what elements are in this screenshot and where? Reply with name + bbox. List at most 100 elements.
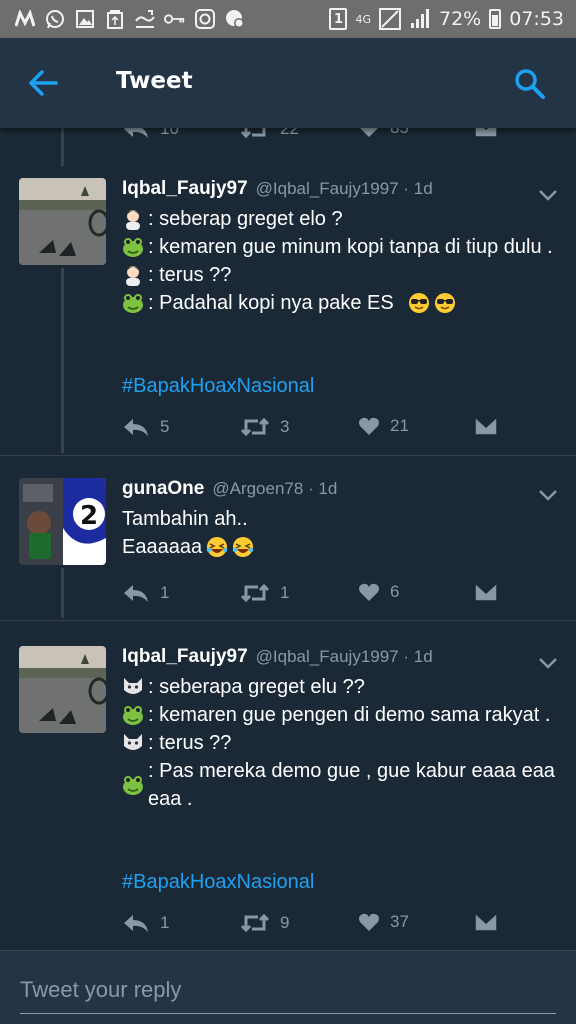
tweet-header: Iqbal_Faujy97 @Iqbal_Faujy1997 · 1d	[122, 646, 433, 668]
tweet-text: : seberap greget elo ? : kemaren gue min…	[122, 205, 562, 317]
reply-count: 10	[160, 128, 179, 138]
like-count: 37	[390, 912, 409, 931]
tweet-item[interactable]: 2 gunaOne @Argoen78 · 1d Tambahin ah.. E…	[0, 478, 576, 618]
tweet-line: : terus ??	[122, 729, 562, 757]
frog-emoji-icon	[122, 292, 144, 314]
retweet-button[interactable]: 1	[240, 582, 289, 604]
display-name[interactable]: gunaOne	[122, 478, 204, 500]
reply-input[interactable]	[20, 973, 556, 1007]
like-button[interactable]: 21	[358, 416, 409, 436]
clock: 07:53	[509, 8, 564, 30]
reply-bar	[0, 950, 576, 1024]
tweet-line: : Pas mereka demo gue , gue kabur eaaa e…	[122, 757, 562, 813]
sunglasses-emoji-icon	[408, 292, 430, 314]
hashtag-link[interactable]: #BapakHoaxNasional	[122, 871, 314, 893]
tweet-line: : kemaren gue minum kopi tanpa di tiup d…	[122, 233, 562, 261]
reply-count: 1	[160, 913, 170, 932]
like-button[interactable]: 85	[358, 128, 409, 138]
chevron-down-icon[interactable]	[538, 486, 558, 501]
retweet-button[interactable]: 9	[240, 912, 289, 934]
like-button[interactable]: 37	[358, 912, 409, 932]
retweet-button[interactable]: 22	[240, 128, 299, 140]
tweet-header: gunaOne @Argoen78 · 1d	[122, 478, 337, 500]
tweet-line-text: Tambahin ah..	[122, 508, 248, 530]
battery-percent: 72%	[439, 8, 482, 30]
recycle-icon	[104, 8, 126, 30]
reply-input-underline	[20, 1013, 556, 1014]
tweet-line-text: : terus ??	[148, 264, 232, 286]
display-name[interactable]: Iqbal_Faujy97	[122, 646, 248, 668]
chevron-down-icon[interactable]	[538, 654, 558, 669]
sunglasses-emoji-icon	[434, 292, 456, 314]
user-handle-time: @Iqbal_Faujy1997 · 1d	[255, 647, 433, 666]
user-handle-time: @Argoen78 · 1d	[212, 479, 338, 498]
tweet-line: : terus ??	[122, 261, 562, 289]
retweet-button[interactable]: 3	[240, 416, 289, 438]
dm-share-button[interactable]	[474, 582, 498, 602]
retweet-count: 9	[280, 913, 290, 932]
tweet-item[interactable]: Iqbal_Faujy97 @Iqbal_Faujy1997 · 1d : se…	[0, 646, 576, 946]
tweet-line: Tambahin ah..	[122, 505, 562, 533]
status-notification-icons	[14, 8, 246, 30]
wifi-off-icon	[379, 8, 401, 30]
reply-button[interactable]: 1	[122, 912, 169, 934]
person-emoji-icon	[122, 208, 144, 230]
tweet-actions: 1 9 37	[122, 912, 522, 940]
cat-emoji-icon	[122, 732, 144, 754]
tweet-line-text: : Pas mereka demo gue , gue kabur eaaa e…	[148, 760, 555, 810]
dm-share-button[interactable]	[474, 912, 498, 932]
retweet-count: 1	[280, 583, 290, 602]
hashtag-row: #BapakHoaxNasional	[122, 372, 562, 400]
sim-number: 1	[333, 11, 343, 27]
tweet-actions: 5 3 21	[122, 416, 522, 444]
signal-icon	[409, 8, 431, 30]
tweet-text: Tambahin ah.. Eaaaaaa	[122, 505, 562, 561]
like-count: 85	[390, 128, 409, 138]
tweet-line-text: : Padahal kopi nya pake ES	[148, 292, 394, 314]
tweet-line-text: : kemaren gue minum kopi tanpa di tiup d…	[148, 236, 553, 258]
record-icon	[194, 8, 216, 30]
laughing-emoji-icon	[232, 536, 254, 558]
chat-icon	[224, 8, 246, 30]
back-arrow-icon[interactable]	[26, 68, 62, 98]
transfer-icon	[134, 8, 156, 30]
reply-count: 5	[160, 417, 170, 436]
retweet-count: 3	[280, 417, 290, 436]
avatar[interactable]	[19, 646, 106, 733]
like-button[interactable]: 6	[358, 582, 399, 602]
tweet-line-text: : seberapa greget elu ??	[148, 676, 365, 698]
status-system-icons: 1 4G 72% 07:53	[329, 8, 564, 30]
battery-icon	[489, 9, 502, 29]
like-count: 21	[390, 416, 409, 435]
reply-button[interactable]: 1	[122, 582, 169, 604]
tweet-line: : seberap greget elo ?	[122, 205, 562, 233]
chevron-down-icon[interactable]	[538, 186, 558, 201]
display-name[interactable]: Iqbal_Faujy97	[122, 178, 248, 200]
tweet-item[interactable]: Iqbal_Faujy97 @Iqbal_Faujy1997 · 1d : se…	[0, 178, 576, 452]
notification-m-icon	[14, 8, 36, 30]
laughing-emoji-icon	[206, 536, 228, 558]
app-bar: Tweet	[0, 38, 576, 128]
frog-emoji-icon	[122, 704, 144, 726]
tweet-line: : Padahal kopi nya pake ES	[122, 289, 562, 317]
tweet-line: : seberapa greget elu ??	[122, 673, 562, 701]
tweet-header: Iqbal_Faujy97 @Iqbal_Faujy1997 · 1d	[122, 178, 433, 200]
hashtag-link[interactable]: #BapakHoaxNasional	[122, 375, 314, 397]
thread-line	[61, 128, 64, 166]
gallery-icon	[74, 8, 96, 30]
search-icon[interactable]	[512, 66, 548, 102]
tweet-line-text: : seberap greget elo ?	[148, 208, 343, 230]
svg-text:2: 2	[80, 501, 98, 531]
user-handle-time: @Iqbal_Faujy1997 · 1d	[255, 179, 433, 198]
reply-button[interactable]: 5	[122, 416, 169, 438]
frog-emoji-icon	[122, 236, 144, 258]
dm-share-button[interactable]	[474, 128, 498, 138]
tweet-actions: 1 1 6	[122, 582, 522, 610]
sim-icon: 1	[329, 8, 348, 30]
avatar[interactable]	[19, 178, 106, 265]
dm-share-button[interactable]	[474, 416, 498, 436]
avatar[interactable]: 2	[19, 478, 106, 565]
tweet-line-text: : kemaren gue pengen di demo sama rakyat…	[148, 704, 551, 726]
reply-button[interactable]: 10	[122, 128, 179, 140]
status-bar: 1 4G 72% 07:53	[0, 0, 576, 38]
